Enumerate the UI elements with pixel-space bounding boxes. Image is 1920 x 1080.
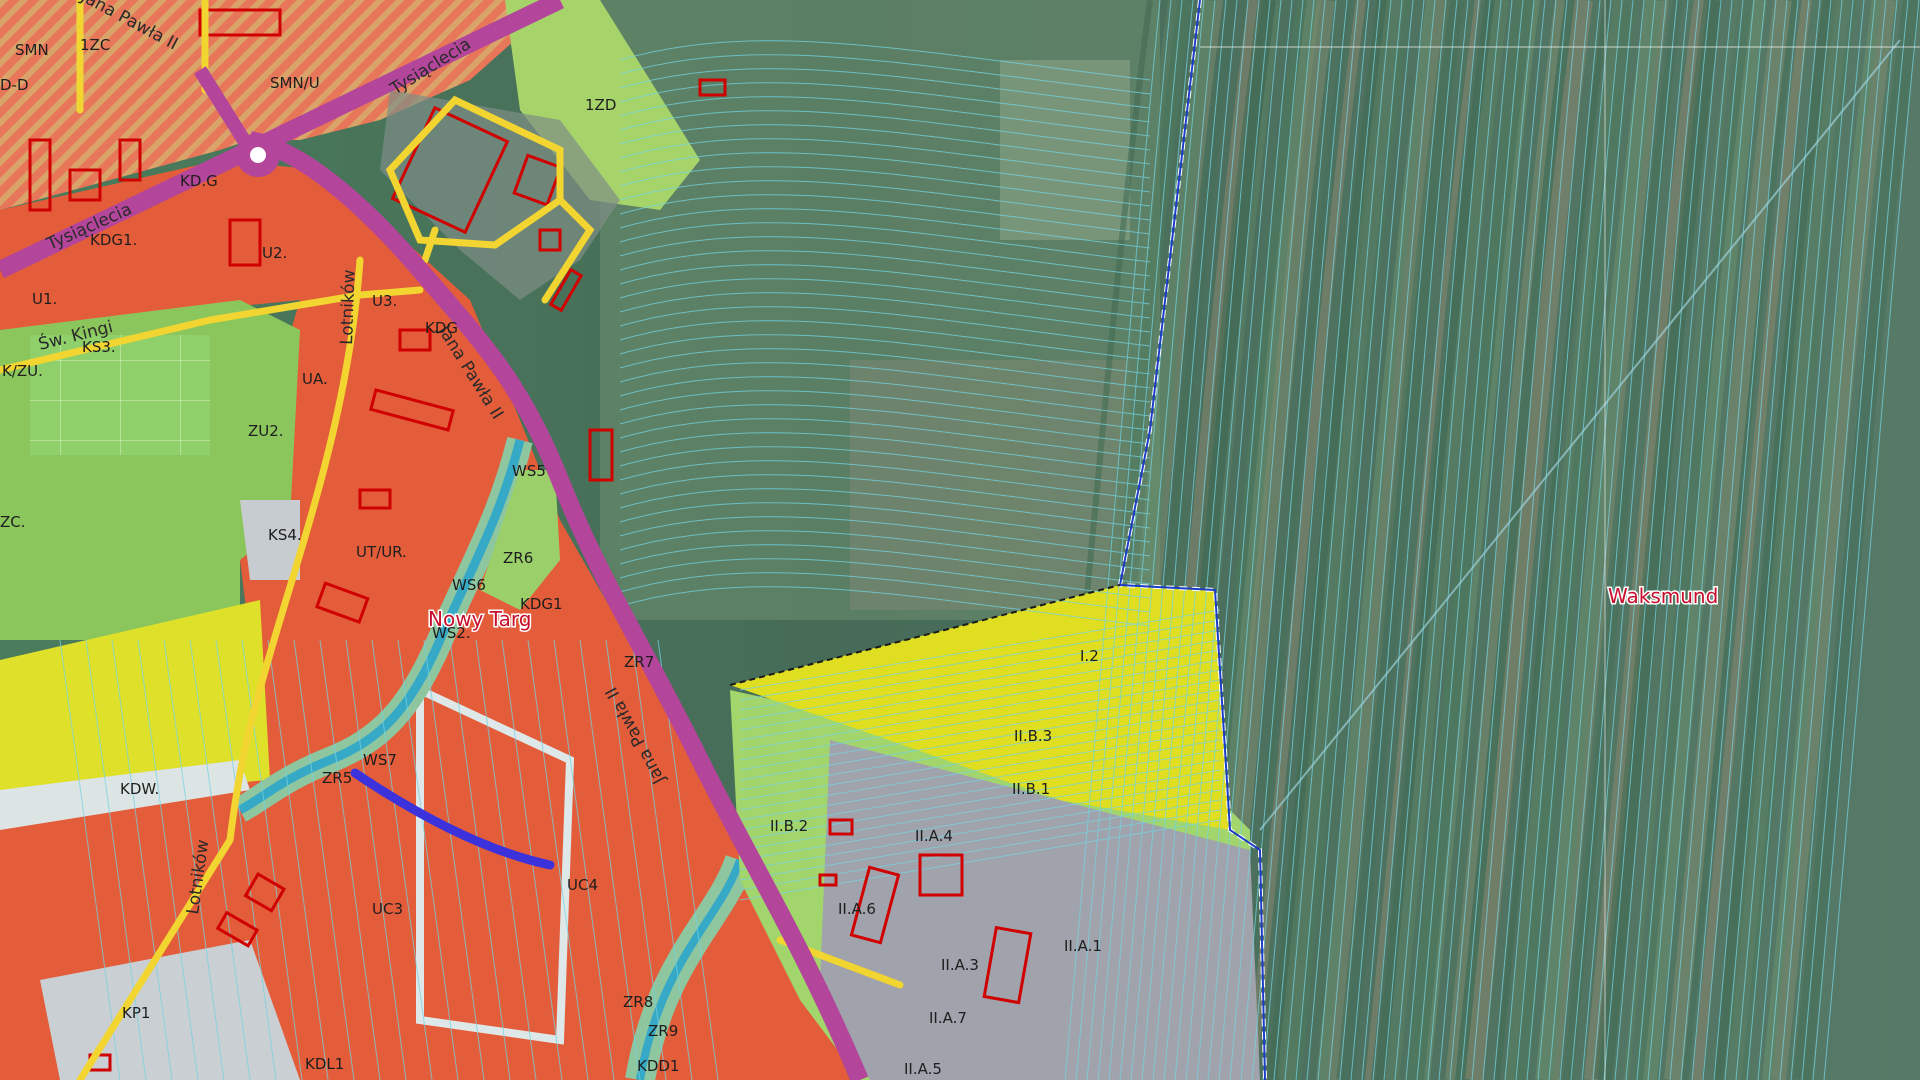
zone-label[interactable]: II.A.5 xyxy=(904,1060,942,1078)
street-label-lotnikow-top: Lotników xyxy=(337,269,360,345)
zone-label[interactable]: II.A.4 xyxy=(915,827,953,845)
map-canvas[interactable]: Jana Pawła II Jana Pawła II Jana Pawła I… xyxy=(0,0,1920,1080)
satellite-bright-field xyxy=(1000,60,1130,240)
zone-label[interactable]: ZR9 xyxy=(648,1022,678,1040)
zone-label[interactable]: KS4. xyxy=(268,526,302,544)
zone-label[interactable]: KDL1 xyxy=(305,1055,344,1073)
zone-label[interactable]: KD.G xyxy=(180,172,218,190)
zone-label[interactable]: II.B.1 xyxy=(1012,780,1050,798)
zone-label[interactable]: U3. xyxy=(372,292,397,310)
zone-label[interactable]: ZR8 xyxy=(623,993,653,1011)
zone-label[interactable]: KS3. xyxy=(82,338,116,356)
zone-label[interactable]: ZR6 xyxy=(503,549,533,567)
zone-label[interactable]: D-D xyxy=(0,76,29,94)
zone-label[interactable]: KDG1. xyxy=(90,231,137,249)
zone-label[interactable]: KDD1 xyxy=(637,1057,679,1075)
zone-label[interactable]: ZR5 xyxy=(322,769,352,787)
zone-label[interactable]: WS2. xyxy=(432,624,471,642)
zone-label[interactable]: KP1 xyxy=(122,1004,150,1022)
zone-label[interactable]: SMN xyxy=(15,41,49,59)
zone-label[interactable]: WS7 xyxy=(363,751,397,769)
zone-label[interactable]: KDG xyxy=(425,319,458,337)
zone-label[interactable]: ZR7 xyxy=(624,653,654,671)
zone-label[interactable]: II.A.6 xyxy=(838,900,876,918)
zone-label[interactable]: ZC. xyxy=(0,513,26,531)
zone-label[interactable]: II.A.7 xyxy=(929,1009,967,1027)
zone-label[interactable]: 1ZC xyxy=(80,36,110,54)
zone-label[interactable]: U1. xyxy=(32,290,57,308)
zone-label[interactable]: UT/UR. xyxy=(356,543,407,561)
zone-label[interactable]: SMN/U xyxy=(270,74,320,92)
land-use-map[interactable]: Jana Pawła II Jana Pawła II Jana Pawła I… xyxy=(0,0,1920,1080)
zone-label[interactable]: UA. xyxy=(302,370,328,388)
zone-label[interactable]: UC3 xyxy=(372,900,403,918)
zone-label[interactable]: II.A.1 xyxy=(1064,937,1102,955)
zone-label[interactable]: I.2 xyxy=(1080,647,1099,665)
zone-label[interactable]: II.B.2 xyxy=(770,817,808,835)
zone-label[interactable]: ZU2. xyxy=(248,422,284,440)
zone-label[interactable]: II.A.3 xyxy=(941,956,979,974)
zone-label[interactable]: K/ZU. xyxy=(2,362,43,380)
zone-label[interactable]: UC4 xyxy=(567,876,598,894)
zone-label[interactable]: WS5 xyxy=(512,462,546,480)
zone-label[interactable]: WS6 xyxy=(452,576,486,594)
zone-label[interactable]: KDW. xyxy=(120,780,159,798)
zone-label[interactable]: 1ZD xyxy=(585,96,616,114)
zone-label[interactable]: KDG1 xyxy=(520,595,563,613)
zone-label[interactable]: II.B.3 xyxy=(1014,727,1052,745)
place-label-waksmund[interactable]: Waksmund xyxy=(1607,583,1720,610)
roundabout-center xyxy=(250,147,266,163)
zone-label[interactable]: U2. xyxy=(262,244,287,262)
